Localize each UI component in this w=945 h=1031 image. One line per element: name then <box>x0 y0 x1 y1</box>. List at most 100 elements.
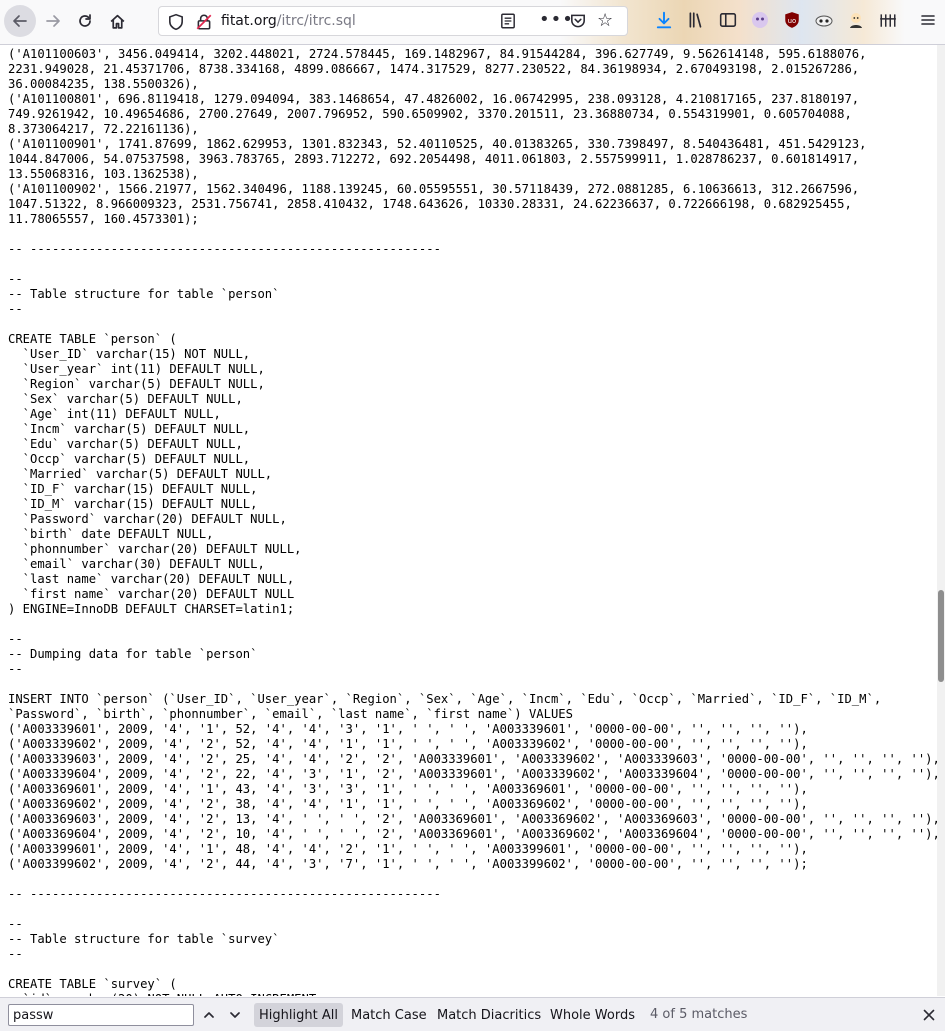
sql-line: -- <box>8 272 23 286</box>
sidebar-icon <box>719 13 737 27</box>
sidebar-button[interactable] <box>716 8 740 32</box>
browser-toolbar: fitat.org/itrc/itrc.sql ••• ☆ uo <box>0 0 945 45</box>
whole-words-toggle[interactable]: Whole Words <box>545 1003 640 1027</box>
sql-line: 36.00084235, 138.5500326), <box>8 77 199 91</box>
find-bar: Highlight All Match Case Match Diacritic… <box>0 997 945 1031</box>
sql-line: `User_year` int(11) DEFAULT NULL, <box>8 362 265 376</box>
bookmark-star-icon[interactable]: ☆ <box>597 10 613 31</box>
sql-line: -- Table structure for table `person` <box>8 287 280 301</box>
sql-line: 1044.847006, 54.07537598, 3963.783765, 2… <box>8 152 860 166</box>
find-close-button[interactable] <box>918 1004 940 1026</box>
sql-line: -- -------------------------------------… <box>8 242 441 256</box>
sql-line: INSERT INTO `person` (`User_ID`, `User_y… <box>8 692 882 706</box>
sql-line: `phonnumber` varchar(20) DEFAULT NULL, <box>8 542 302 556</box>
url-text[interactable]: fitat.org/itrc/itrc.sql <box>221 13 356 29</box>
sql-line: 1047.51322, 8.966009323, 2531.756741, 28… <box>8 197 852 211</box>
app-menu-button[interactable] <box>916 8 940 32</box>
sql-line: `Married` varchar(5) DEFAULT NULL, <box>8 467 273 481</box>
sql-line: ('A003339603', 2009, '4', '2', 25, '4', … <box>8 752 937 766</box>
sql-line: CREATE TABLE `survey` ( <box>8 977 177 991</box>
anime-avatar-extension-icon <box>752 12 768 28</box>
sql-source-text: ('A101100601', ...('A101100603', 3456.04… <box>8 45 937 996</box>
chevron-down-icon <box>230 1012 240 1018</box>
sql-line: 2231.949028, 21.45371706, 8738.334168, 4… <box>8 62 860 76</box>
match-diacritics-toggle[interactable]: Match Diacritics <box>432 1003 546 1027</box>
find-match-status: 4 of 5 matches <box>650 1007 748 1022</box>
tracking-shield-icon[interactable] <box>167 13 185 31</box>
back-button[interactable] <box>4 5 36 37</box>
sql-line <box>8 902 937 917</box>
sql-line: `id` varchar(20) NOT NULL AUTO_INCREMENT… <box>8 992 937 996</box>
sql-line <box>8 617 937 632</box>
extension-eyes-button[interactable] <box>812 8 836 32</box>
extension-grid-button[interactable] <box>876 8 900 32</box>
extension-avatar-button[interactable] <box>748 8 772 32</box>
forward-arrow-icon <box>46 15 60 27</box>
sql-line: 8.373064217, 72.22161136), <box>8 122 199 136</box>
sql-line: -- <box>8 662 23 676</box>
sql-line <box>8 227 937 242</box>
pocket-icon[interactable] <box>569 12 587 30</box>
download-arrow-icon <box>656 11 672 29</box>
home-icon <box>110 14 124 29</box>
sql-line: `Edu` varchar(5) DEFAULT NULL, <box>8 437 243 451</box>
back-arrow-icon <box>13 15 27 27</box>
chevron-up-icon <box>204 1012 214 1018</box>
sql-line <box>8 257 937 272</box>
sql-line: -- <box>8 917 23 931</box>
library-button[interactable] <box>684 8 708 32</box>
sql-line: -- <box>8 632 23 646</box>
sql-line: ('A003369601', 2009, '4', '1', 43, '4', … <box>8 782 808 796</box>
vertical-scrollbar[interactable] <box>937 45 945 996</box>
sql-line <box>8 317 937 332</box>
eyes-extension-icon <box>815 15 833 27</box>
forward-button[interactable] <box>38 6 68 36</box>
library-icon <box>689 12 702 28</box>
sql-line: 749.9261942, 10.49654686, 2700.27649, 20… <box>8 107 852 121</box>
sql-line: ('A101100902', 1566.21977, 1562.340496, … <box>8 182 860 196</box>
sql-line <box>8 872 937 887</box>
downloads-button[interactable] <box>652 8 676 32</box>
sql-line: `Age` int(11) DEFAULT NULL, <box>8 407 221 421</box>
sql-line: -- Table structure for table `survey` <box>8 932 280 946</box>
svg-text:uo: uo <box>788 17 796 25</box>
hamburger-menu-icon <box>921 15 935 25</box>
sql-line: `last name` varchar(20) DEFAULT NULL, <box>8 572 295 586</box>
ublock-button[interactable]: uo <box>780 8 804 32</box>
find-next-button[interactable] <box>222 1003 248 1027</box>
reload-icon <box>79 14 91 27</box>
sql-line: -- <box>8 947 23 961</box>
sql-line: ('A003399601', 2009, '4', '1', 48, '4', … <box>8 842 808 856</box>
sql-line: ('A003339601', 2009, '4', '1', 52, '4', … <box>8 722 808 736</box>
url-bar[interactable]: fitat.org/itrc/itrc.sql ••• ☆ <box>158 6 628 36</box>
sql-line: -- <box>8 302 23 316</box>
sql-line: ('A003369603', 2009, '4', '2', 13, '4', … <box>8 812 937 826</box>
grid-extension-icon <box>880 14 896 27</box>
close-icon <box>923 1009 935 1021</box>
reader-view-icon[interactable] <box>499 12 517 30</box>
find-previous-button[interactable] <box>196 1003 222 1027</box>
insecure-lock-icon[interactable] <box>195 13 213 31</box>
sql-line: ('A003399602', 2009, '4', '2', 44, '4', … <box>8 857 808 871</box>
ublock-shield-icon: uo <box>785 12 799 28</box>
sql-line: `Region` varchar(5) DEFAULT NULL, <box>8 377 265 391</box>
extension-character-button[interactable] <box>844 8 868 32</box>
sql-line: `Password`, `birth`, `phonnumber`, `emai… <box>8 707 573 721</box>
sql-line: `email` varchar(30) DEFAULT NULL, <box>8 557 265 571</box>
find-input[interactable] <box>8 1004 194 1026</box>
home-button[interactable] <box>102 6 132 36</box>
character-extension-icon <box>850 13 862 28</box>
sql-line: `Password` varchar(20) DEFAULT NULL, <box>8 512 287 526</box>
highlight-all-toggle[interactable]: Highlight All <box>254 1003 343 1027</box>
sql-line: `first name` varchar(20) DEFAULT NULL <box>8 587 295 601</box>
sql-line <box>8 677 937 692</box>
sql-line: `birth` date DEFAULT NULL, <box>8 527 214 541</box>
sql-line: -- -------------------------------------… <box>8 887 441 901</box>
sql-line: ('A003369604', 2009, '4', '2', 10, '4', … <box>8 827 937 841</box>
scrollbar-thumb[interactable] <box>938 590 944 682</box>
reload-button[interactable] <box>70 6 100 36</box>
sql-line: `ID_F` varchar(15) DEFAULT NULL, <box>8 482 258 496</box>
sql-line <box>8 962 937 977</box>
match-case-toggle[interactable]: Match Case <box>346 1003 432 1027</box>
sql-line: ('A003339602', 2009, '4', '2', 52, '4', … <box>8 737 808 751</box>
